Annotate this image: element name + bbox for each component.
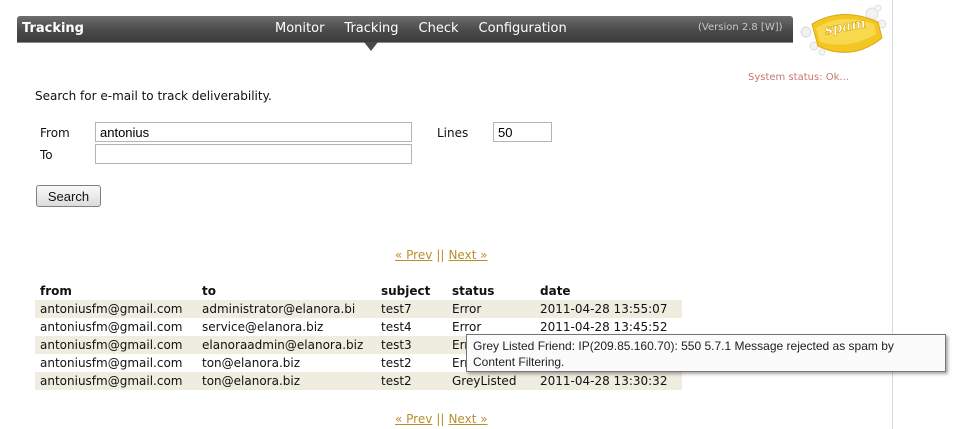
prev-link[interactable]: « Prev bbox=[395, 412, 432, 426]
next-link[interactable]: Next » bbox=[448, 412, 487, 426]
cell-to: ton@elanora.biz bbox=[202, 356, 301, 370]
cell-to: ton@elanora.biz bbox=[197, 372, 376, 390]
prev-link[interactable]: « Prev bbox=[395, 248, 432, 262]
pager-bottom: « Prev || Next » bbox=[395, 412, 488, 426]
col-to: to bbox=[202, 284, 216, 298]
cell-from: antoniusfm@gmail.com bbox=[40, 320, 183, 334]
next-link[interactable]: Next » bbox=[448, 248, 487, 262]
app-title: Tracking bbox=[22, 21, 84, 36]
col-date: date bbox=[540, 284, 571, 298]
cell-subject: test2 bbox=[381, 356, 412, 370]
cell-date: 2011-04-28 13:30:32 bbox=[535, 372, 682, 390]
cell-from: antoniusfm@gmail.com bbox=[35, 300, 197, 318]
pager-top: « Prev || Next » bbox=[395, 248, 488, 262]
nav-configuration[interactable]: Configuration bbox=[479, 16, 567, 42]
table-row[interactable]: antoniusfm@gmail.com administrator@elano… bbox=[35, 300, 682, 318]
pager-separator: || bbox=[436, 248, 445, 262]
main-nav: Monitor Tracking Check Configuration bbox=[275, 16, 567, 51]
cell-status[interactable]: GreyListed bbox=[447, 372, 535, 390]
system-status: System status: Ok... bbox=[748, 72, 849, 83]
cell-to: administrator@elanora.bi bbox=[197, 300, 376, 318]
cell-to: service@elanora.biz bbox=[202, 320, 324, 334]
status-tooltip: Grey Listed Friend: IP(209.85.160.70): 5… bbox=[466, 334, 946, 372]
cell-subject: test3 bbox=[376, 336, 447, 354]
cell-date: 2011-04-28 13:55:07 bbox=[535, 300, 682, 318]
nav-monitor[interactable]: Monitor bbox=[275, 16, 324, 42]
nav-tracking[interactable]: Tracking bbox=[344, 16, 399, 51]
lines-label: Lines bbox=[437, 126, 469, 140]
lines-input[interactable] bbox=[493, 122, 552, 142]
cell-subject: test7 bbox=[376, 300, 447, 318]
cell-from: antoniusfm@gmail.com bbox=[35, 336, 197, 354]
spam-soap-logo: spam bbox=[792, 2, 888, 66]
pager-separator: || bbox=[436, 412, 445, 426]
col-subject: subject bbox=[381, 284, 431, 298]
search-intro: Search for e-mail to track deliverabilit… bbox=[35, 89, 272, 103]
table-row[interactable]: antoniusfm@gmail.com ton@elanora.biz tes… bbox=[35, 372, 682, 390]
top-nav-bar: Tracking Monitor Tracking Check Configur… bbox=[17, 16, 793, 51]
cell-subject: test2 bbox=[376, 372, 447, 390]
from-input[interactable] bbox=[95, 122, 412, 142]
from-label: From bbox=[40, 126, 70, 140]
nav-check[interactable]: Check bbox=[419, 16, 459, 42]
table-header-row: from to subject status date bbox=[35, 282, 682, 300]
version-label: (Version 2.8 [W]) bbox=[698, 22, 783, 33]
cell-to: elanoraadmin@elanora.biz bbox=[197, 336, 376, 354]
search-button[interactable]: Search bbox=[36, 185, 101, 207]
cell-subject: test4 bbox=[381, 320, 412, 334]
col-status: status bbox=[452, 284, 495, 298]
cell-from: antoniusfm@gmail.com bbox=[40, 356, 183, 370]
col-from: from bbox=[40, 284, 72, 298]
cell-from: antoniusfm@gmail.com bbox=[35, 372, 197, 390]
to-input[interactable] bbox=[95, 144, 412, 164]
cell-status[interactable]: Error bbox=[447, 300, 535, 318]
to-label: To bbox=[40, 148, 53, 162]
